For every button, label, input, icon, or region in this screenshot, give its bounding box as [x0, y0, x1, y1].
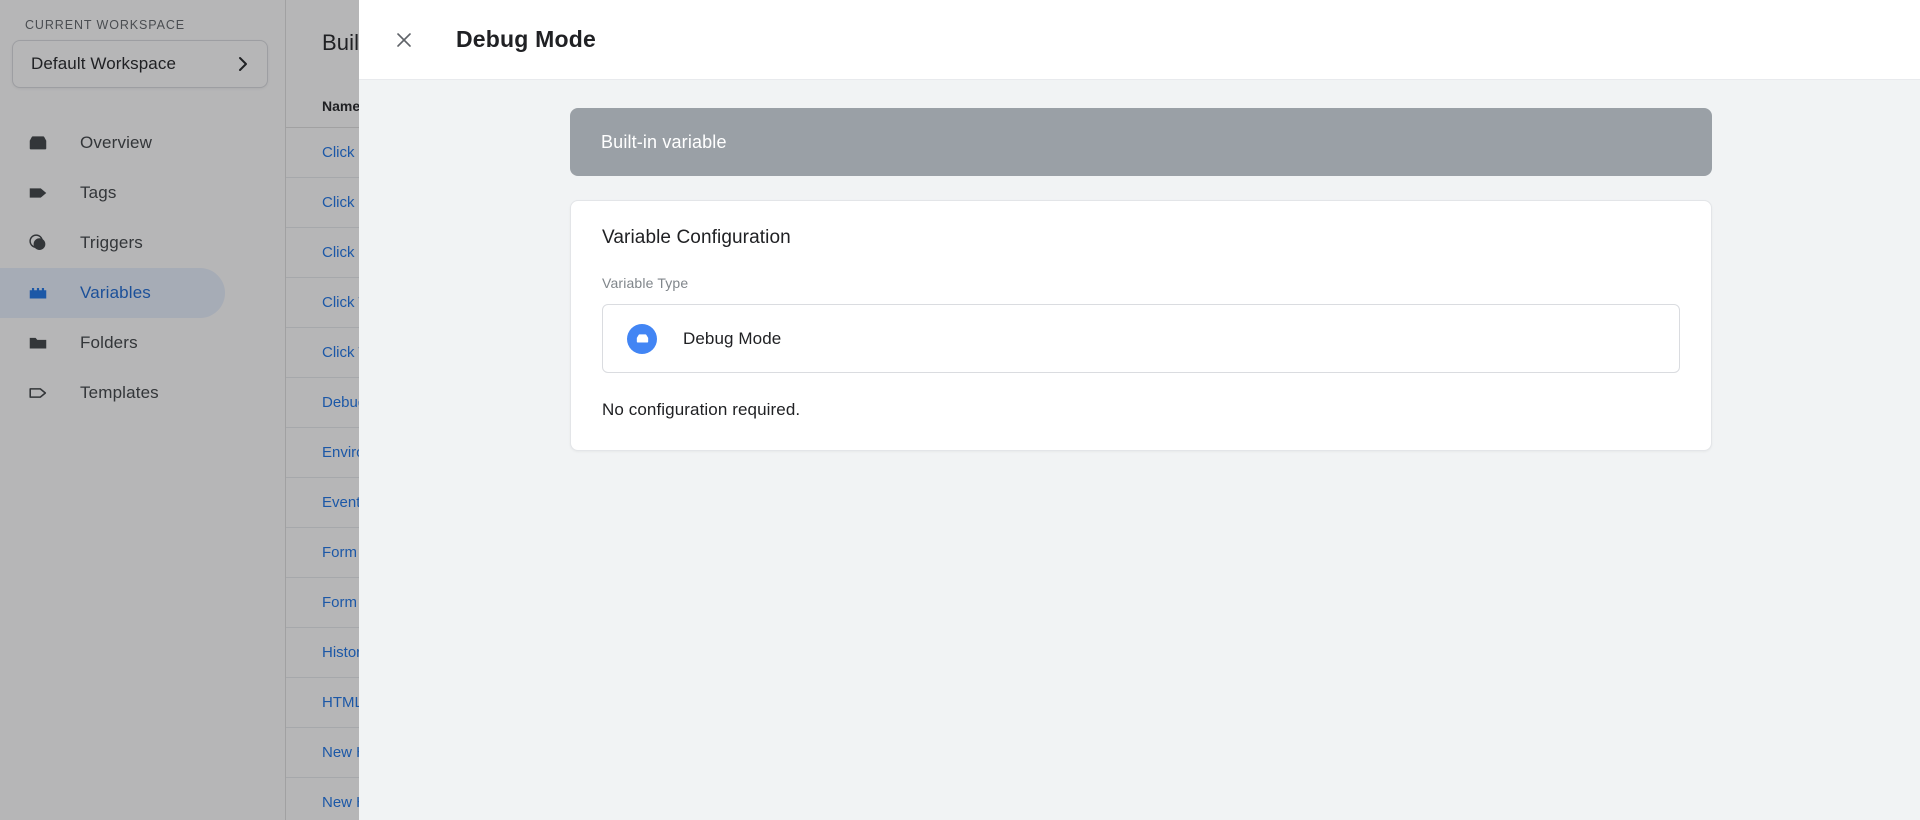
debug-mode-modal: Debug Mode Built-in variable Variable Co… [359, 0, 1920, 820]
variable-type-value: Debug Mode [683, 329, 781, 349]
banner-label: Built-in variable [601, 132, 727, 153]
card-title: Variable Configuration [602, 227, 1680, 249]
modal-title: Debug Mode [456, 26, 596, 53]
variable-container-icon [627, 324, 657, 354]
modal-header: Debug Mode [359, 0, 1920, 80]
close-icon[interactable] [390, 26, 418, 54]
modal-body: Built-in variable Variable Configuration… [359, 80, 1920, 820]
variable-type-label: Variable Type [602, 275, 1680, 291]
variable-type-selector[interactable]: Debug Mode [602, 304, 1680, 373]
variable-configuration-card: Variable Configuration Variable Type Deb… [570, 200, 1712, 451]
built-in-variable-banner: Built-in variable [570, 108, 1712, 176]
no-configuration-note: No configuration required. [602, 400, 1680, 420]
app-root: CURRENT WORKSPACE Default Workspace [0, 0, 1920, 820]
